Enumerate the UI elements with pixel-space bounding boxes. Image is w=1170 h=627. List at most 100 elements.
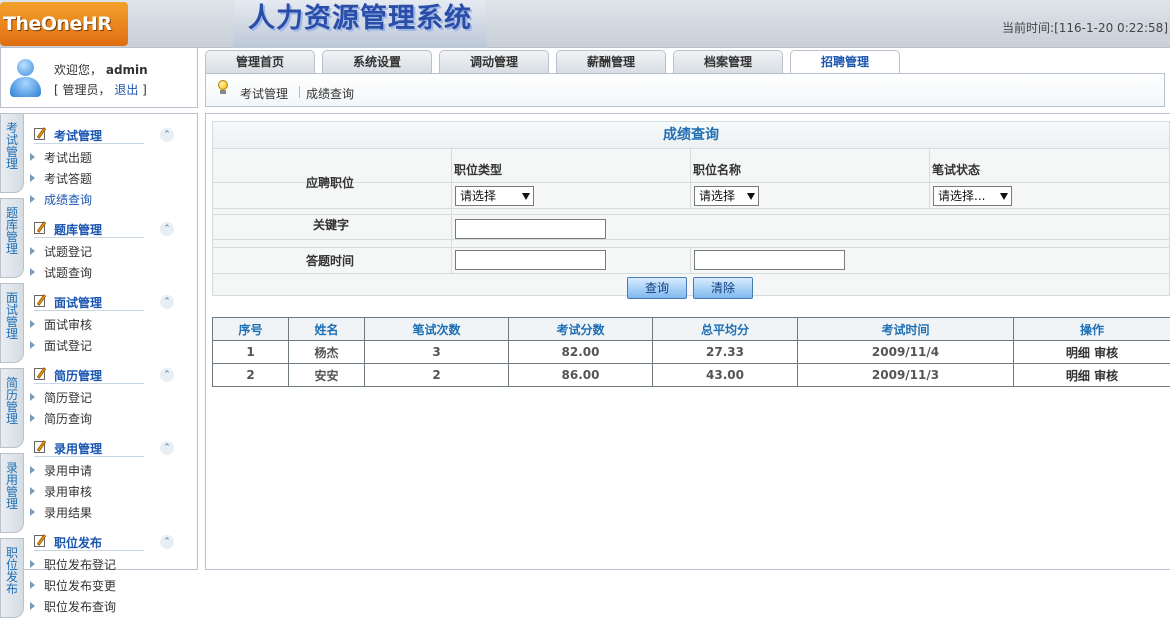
collapse-icon[interactable]: ⌃ — [160, 128, 174, 142]
vtab-job-posting[interactable]: 职位发布 — [0, 538, 24, 618]
divider — [213, 273, 1169, 274]
user-name: admin — [105, 63, 148, 77]
exam-status-label: 笔试状态 — [932, 163, 981, 177]
app-header: TheOneHR 人力资源管理系统 当前时间:[116-1-20 0:22:58… — [0, 0, 1170, 48]
edit-note-icon — [34, 294, 48, 307]
exam-status-select[interactable]: 请选择... — [933, 186, 1012, 206]
menu-group-title: 题库管理 — [54, 223, 103, 237]
answer-time-label: 答题时间 — [306, 254, 355, 268]
vtab-hiring[interactable]: 录用管理 — [0, 453, 24, 533]
user-role-label: [ 管理员， — [54, 83, 111, 97]
detail-link[interactable]: 明细 — [1066, 369, 1090, 383]
collapse-icon[interactable]: ⌃ — [160, 368, 174, 382]
results-table: 序号 姓名 笔试次数 考试分数 总平均分 考试时间 操作 1 杨杰 3 82.0… — [212, 317, 1170, 387]
menu-group-header[interactable]: 职位发布 — [34, 531, 144, 551]
breadcrumb-separator — [299, 86, 300, 98]
user-info-panel: 欢迎您， admin [ 管理员， 退出 ] — [0, 48, 198, 108]
divider — [213, 214, 1169, 215]
review-link[interactable]: 审核 — [1094, 346, 1118, 360]
user-avatar-icon — [7, 55, 43, 101]
welcome-label: 欢迎您， — [54, 63, 103, 77]
menu-group-title: 职位发布 — [54, 536, 103, 550]
tab-transfer[interactable]: 调动管理 — [439, 50, 549, 74]
breadcrumb-page: 成绩查询 — [306, 87, 355, 101]
edit-note-icon — [34, 221, 48, 234]
tab-system-settings[interactable]: 系统设置 — [322, 50, 432, 74]
menu-group-header[interactable]: 题库管理 — [34, 218, 144, 238]
collapse-icon[interactable]: ⌃ — [160, 295, 174, 309]
menu-group-header[interactable]: 面试管理 — [34, 291, 144, 311]
col-header-avg: 总平均分 — [652, 317, 798, 341]
breadcrumb-section[interactable]: 考试管理 — [240, 85, 288, 102]
edit-note-icon — [34, 534, 48, 547]
vtab-resume[interactable]: 简历管理 — [0, 368, 24, 448]
tab-archives[interactable]: 档案管理 — [673, 50, 783, 74]
menu-group-title: 考试管理 — [54, 129, 103, 143]
main-nav-tabs: 管理首页 系统设置 调动管理 薪酬管理 档案管理 招聘管理 — [205, 48, 1170, 76]
col-header-times: 笔试次数 — [364, 317, 509, 341]
menu-group-title: 简历管理 — [54, 369, 103, 383]
company-logo: TheOneHR — [0, 2, 128, 46]
answer-time-to-input[interactable] — [694, 250, 845, 270]
vtab-question-bank[interactable]: 题库管理 — [0, 198, 24, 278]
collapse-icon[interactable]: ⌃ — [160, 222, 174, 236]
divider — [929, 149, 930, 208]
divider — [213, 247, 1169, 248]
edit-note-icon — [34, 440, 48, 453]
sidebar-menu: 考试管理 ⌃ 考试出题 考试答题 成绩查询 题库管理 ⌃ 试题登记 试题查询 面… — [24, 113, 198, 614]
menu-group-title: 录用管理 — [54, 442, 103, 456]
breadcrumb: 考试管理 成绩查询 — [205, 73, 1165, 107]
menu-group-header[interactable]: 考试管理 — [34, 124, 144, 144]
job-name-select[interactable]: 请选择 — [694, 186, 759, 206]
detail-link[interactable]: 明细 — [1066, 346, 1090, 360]
vtab-exam[interactable]: 考试管理 — [0, 113, 24, 193]
vertical-section-tabs: 考试管理 题库管理 面试管理 简历管理 录用管理 职位发布 — [0, 113, 24, 627]
cell-name: 安安 — [288, 363, 365, 387]
collapse-icon[interactable]: ⌃ — [160, 441, 174, 455]
job-type-select[interactable]: 请选择 — [455, 186, 534, 206]
col-header-date: 考试时间 — [797, 317, 1014, 341]
position-label: 应聘职位 — [306, 176, 355, 190]
cell-no: 2 — [212, 363, 289, 387]
search-form-title: 成绩查询 — [213, 122, 1169, 149]
current-time: 当前时间:[116-1-20 0:22:58] — [1002, 21, 1168, 35]
chevron-down-icon — [1000, 193, 1008, 200]
divider — [213, 239, 1169, 240]
divider — [451, 149, 452, 273]
user-role-close: ] — [142, 83, 147, 97]
menu-group-title: 面试管理 — [54, 296, 103, 310]
job-name-label: 职位名称 — [693, 163, 742, 177]
cell-no: 1 — [212, 340, 289, 364]
col-header-no: 序号 — [212, 317, 289, 341]
tab-salary[interactable]: 薪酬管理 — [556, 50, 666, 74]
review-link[interactable]: 审核 — [1094, 369, 1118, 383]
clear-button[interactable]: 清除 — [693, 277, 753, 299]
logout-link[interactable]: 退出 — [114, 83, 138, 97]
tab-home[interactable]: 管理首页 — [205, 50, 315, 74]
divider — [690, 247, 691, 273]
keyword-input[interactable] — [455, 219, 606, 239]
system-title-banner: 人力资源管理系统 — [234, 0, 486, 48]
cell-date: 2009/11/4 — [797, 340, 1014, 364]
main-content: 成绩查询 应聘职位 职位类型 请选择 职位名称 请选择 笔试状态 请选择... … — [205, 113, 1170, 570]
divider — [213, 208, 1169, 209]
query-button[interactable]: 查询 — [627, 277, 687, 299]
cell-avg: 43.00 — [652, 363, 798, 387]
answer-time-from-input[interactable] — [455, 250, 606, 270]
cell-name: 杨杰 — [288, 340, 365, 364]
menu-group-header[interactable]: 简历管理 — [34, 364, 144, 384]
cell-score: 82.00 — [508, 340, 653, 364]
cell-avg: 27.33 — [652, 340, 798, 364]
edit-note-icon — [34, 367, 48, 380]
collapse-icon[interactable]: ⌃ — [160, 535, 174, 549]
col-header-name: 姓名 — [288, 317, 365, 341]
vtab-interview[interactable]: 面试管理 — [0, 283, 24, 363]
chevron-down-icon — [747, 193, 755, 200]
cell-times: 3 — [364, 340, 509, 364]
cell-date: 2009/11/3 — [797, 363, 1014, 387]
menu-group-header[interactable]: 录用管理 — [34, 437, 144, 457]
cell-actions: 明细 审核 — [1013, 340, 1170, 364]
divider — [690, 149, 691, 208]
edit-note-icon — [34, 127, 48, 140]
chevron-down-icon — [522, 193, 530, 200]
